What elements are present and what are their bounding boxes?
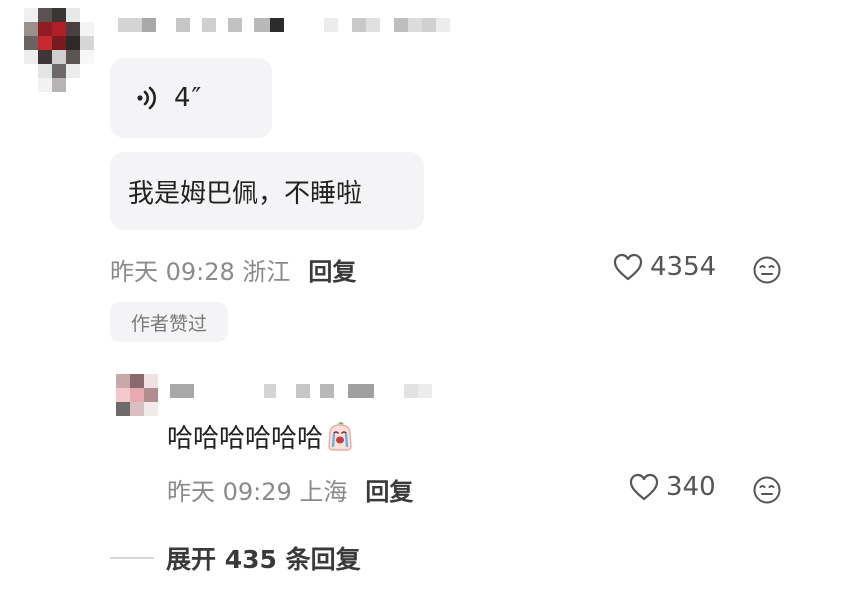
crying-laughing-sticker-icon (325, 421, 355, 452)
like-count: 4354 (650, 252, 717, 282)
author-liked-label: 作者赞过 (130, 312, 207, 335)
comment-text: 我是姆巴佩，不睡啦 (128, 178, 363, 209)
reply-time-location: 昨天 09:29 上海 (167, 478, 348, 506)
comment-time-location: 昨天 09:28 浙江 (110, 258, 291, 286)
emoji-reaction-icon[interactable] (752, 255, 782, 285)
heart-icon (629, 473, 659, 501)
reply-meta: 昨天 09:29 上海 回复 (167, 472, 413, 507)
expand-divider-line (110, 557, 154, 559)
voice-duration: 4″ (174, 83, 203, 113)
expand-replies-button[interactable]: 展开 435 条回复 (110, 540, 361, 576)
reply-button[interactable]: 回复 (308, 252, 356, 287)
voice-wave-icon (132, 83, 162, 113)
commenter-username-blurred[interactable] (118, 18, 450, 32)
voice-message-bubble[interactable]: 4″ (110, 58, 272, 138)
like-button[interactable]: 4354 (612, 252, 716, 282)
heart-icon (613, 253, 643, 281)
author-liked-badge: 作者赞过 (110, 302, 228, 342)
comment-meta: 昨天 09:28 浙江 回复 (110, 252, 356, 287)
comment-text-bubble[interactable]: 我是姆巴佩，不睡啦 (110, 152, 424, 230)
reply-emoji-reaction-icon[interactable] (752, 475, 782, 505)
replier-username-blurred[interactable] (170, 384, 432, 398)
reply-text: 哈哈哈哈哈哈 (167, 424, 324, 454)
reply-like-button[interactable]: 340 (628, 472, 716, 502)
reply-like-count: 340 (666, 472, 716, 502)
replier-avatar[interactable] (116, 374, 158, 416)
reply-reply-button[interactable]: 回复 (365, 472, 413, 507)
commenter-avatar[interactable] (24, 8, 94, 92)
reply-text-row: 哈哈哈哈哈哈 (167, 418, 355, 455)
expand-replies-label: 展开 435 条回复 (166, 545, 361, 574)
